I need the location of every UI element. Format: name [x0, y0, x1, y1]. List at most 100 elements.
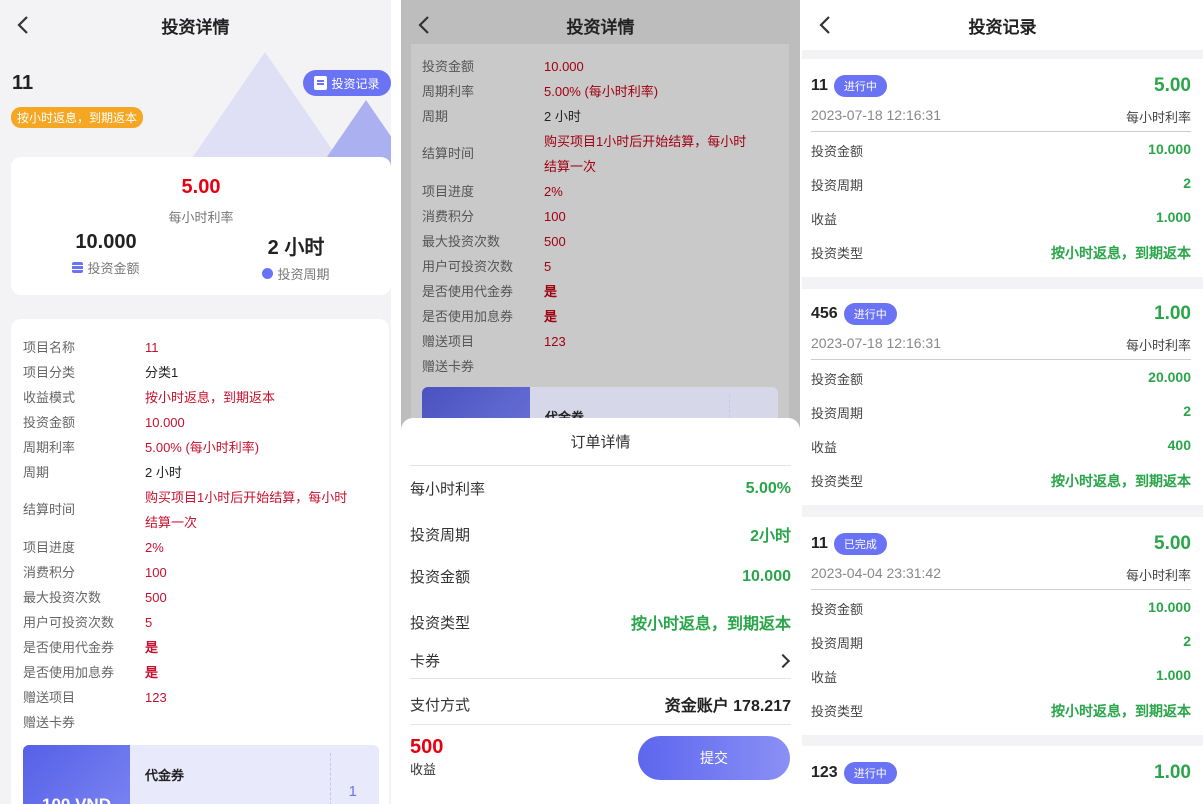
detail-row: 周期 2 小时: [422, 104, 782, 129]
sheet-value: 10.000: [742, 567, 791, 585]
detail-row: 消费积分 100: [23, 560, 383, 585]
order-sheet: 订单详情 每小时利率 5.00% 投资周期 2小时 投资金额 10.000 投资类型 按…: [401, 418, 800, 804]
detail-row: 项目进度 2%: [422, 179, 782, 204]
record-card[interactable]: 456 进行中 1.00 2023-07-18 12:16:31 每小时利率 投资…: [802, 289, 1203, 505]
record-row: 投资金额 20.000: [811, 369, 1191, 388]
detail-value: 10.000: [145, 415, 185, 430]
record-value: 400: [1167, 437, 1191, 453]
payment-method-row[interactable]: 支付方式 资金账户 178.217: [410, 692, 791, 716]
hourly-rate-value: 5.00: [181, 176, 221, 198]
back-icon[interactable]: [10, 12, 36, 38]
detail-row: 收益模式 按小时返息，到期返本: [23, 385, 383, 410]
record-card[interactable]: 123 进行中 1.00: [802, 746, 1203, 804]
detail-row: 最大投资次数 500: [23, 585, 383, 610]
record-key: 投资周期: [811, 636, 864, 651]
sheet-value: 2小时: [750, 528, 791, 545]
detail-value: 11: [145, 340, 159, 355]
detail-value: 5.00% (每小时利率): [145, 440, 260, 455]
detail-key: 项目分类: [23, 365, 76, 380]
detail-key: 是否使用代金券: [422, 284, 514, 299]
record-key: 收益: [811, 212, 838, 227]
divider: [811, 359, 1191, 360]
document-icon: [314, 76, 328, 90]
page-title: 投资记录: [968, 17, 1037, 37]
total-block: 500 收益: [410, 736, 443, 778]
record-card[interactable]: 11 已完成 5.00 2023-04-04 23:31:42 每小时利率 投资金…: [802, 517, 1203, 735]
detail-row: 项目进度 2%: [23, 535, 383, 560]
summary-card: 5.00 每小时利率 10.000 投资金额 2 小时 投资周期: [11, 157, 391, 295]
detail-row: 最大投资次数 500: [422, 229, 782, 254]
record-value: 2: [1183, 403, 1191, 419]
divider: [811, 131, 1191, 132]
coins-icon: [72, 262, 84, 273]
sheet-row-amount: 投资金额 10.000: [410, 566, 791, 587]
record-name: 11: [811, 535, 828, 552]
detail-value: 123: [544, 334, 566, 349]
detail-value: 按小时返息，到期返本: [145, 390, 276, 405]
record-value: 1.000: [1155, 209, 1191, 225]
status-badge: 已完成: [833, 533, 887, 555]
record-date: 2023-07-18 12:16:31: [811, 107, 941, 123]
record-name: 456: [811, 305, 838, 322]
total-amount: 500: [410, 736, 444, 758]
detail-key: 投资金额: [23, 415, 76, 430]
clock-icon: [262, 268, 274, 279]
detail-row: 投资金额 10.000: [23, 410, 383, 435]
detail-value: 是: [145, 665, 159, 680]
detail-value: 购买项目1小时后开始结算，每小时: [544, 134, 747, 149]
sheet-row-period: 投资周期 2小时: [410, 522, 791, 546]
detail-value: 是: [145, 640, 159, 655]
record-value: 10.000: [1148, 599, 1191, 615]
record-card[interactable]: 11 进行中 5.00 2023-07-18 12:16:31 每小时利率 投资金…: [802, 59, 1203, 277]
divider: [811, 589, 1191, 590]
detail-value: 2 小时: [544, 109, 581, 124]
card-select-row[interactable]: 卡券: [410, 650, 791, 671]
detail-row: 周期利率 5.00% (每小时利率): [23, 435, 383, 460]
sheet-title: 订单详情: [410, 418, 791, 466]
submit-button[interactable]: 提交: [638, 736, 790, 780]
nav-bar: 投资详情: [401, 0, 800, 50]
detail-value: 5: [145, 615, 153, 630]
investment-records-button[interactable]: 投资记录: [303, 70, 391, 96]
detail-row: 用户可投资次数 5: [23, 610, 383, 635]
detail-row: 赠送项目 123: [23, 685, 383, 710]
project-name: 11: [12, 72, 34, 94]
coupon-card[interactable]: 100 VND 代金券 1: [23, 745, 379, 804]
period-value: 2 小时: [267, 237, 325, 259]
detail-row: 是否使用加息券 是: [23, 660, 383, 685]
detail-key: 用户可投资次数: [23, 615, 115, 630]
status-badge: 进行中: [843, 762, 897, 784]
detail-value: 是: [544, 309, 558, 324]
back-icon[interactable]: [812, 12, 838, 38]
record-row: 投资周期 2: [811, 175, 1191, 194]
sheet-key: 投资金额: [410, 569, 471, 586]
detail-value: 是: [544, 284, 558, 299]
back-icon[interactable]: [411, 12, 437, 38]
detail-key: 最大投资次数: [23, 590, 102, 605]
detail-key: 项目进度: [422, 184, 475, 199]
detail-row: 项目名称 11: [23, 335, 383, 360]
detail-key: 周期: [23, 465, 50, 480]
sheet-row-rate: 每小时利率 5.00%: [410, 478, 791, 499]
period-stat: 2 小时 投资周期: [201, 231, 391, 283]
coupon-count: 1: [348, 783, 357, 800]
order-confirm-panel: 投资详情 投资金额 10.000 周期利率 5.00% (每小时利率) 周期 2 小时…: [401, 0, 800, 804]
total-label: 收益: [410, 762, 437, 777]
record-row: 投资周期 2: [811, 403, 1191, 422]
coupon-title: 代金券: [145, 768, 185, 783]
record-row: 投资类型 按小时返息，到期返本: [811, 471, 1191, 491]
detail-value: 结算一次: [544, 159, 597, 174]
investment-records-panel: 投资记录 11 进行中 5.00 2023-07-18 12:16:31 每小时利…: [802, 0, 1203, 804]
detail-row: 结算时间 购买项目1小时后开始结算，每小时 结算一次: [422, 129, 782, 179]
coupon-value: 100 VND: [23, 745, 130, 804]
detail-row: 赠送项目 123: [422, 329, 782, 354]
detail-row: 结算时间 购买项目1小时后开始结算，每小时 结算一次: [23, 485, 383, 535]
sheet-key: 支付方式: [410, 696, 471, 714]
record-key: 投资类型: [811, 474, 864, 489]
record-key: 收益: [811, 670, 838, 685]
record-rate: 5.00: [1154, 533, 1191, 554]
detail-value: 购买项目1小时后开始结算，每小时: [145, 490, 348, 505]
record-row: 收益 1.000: [811, 209, 1191, 228]
detail-list: 投资金额 10.000 周期利率 5.00% (每小时利率) 周期 2 小时 结算时间…: [422, 54, 782, 379]
record-key: 投资金额: [811, 602, 864, 617]
